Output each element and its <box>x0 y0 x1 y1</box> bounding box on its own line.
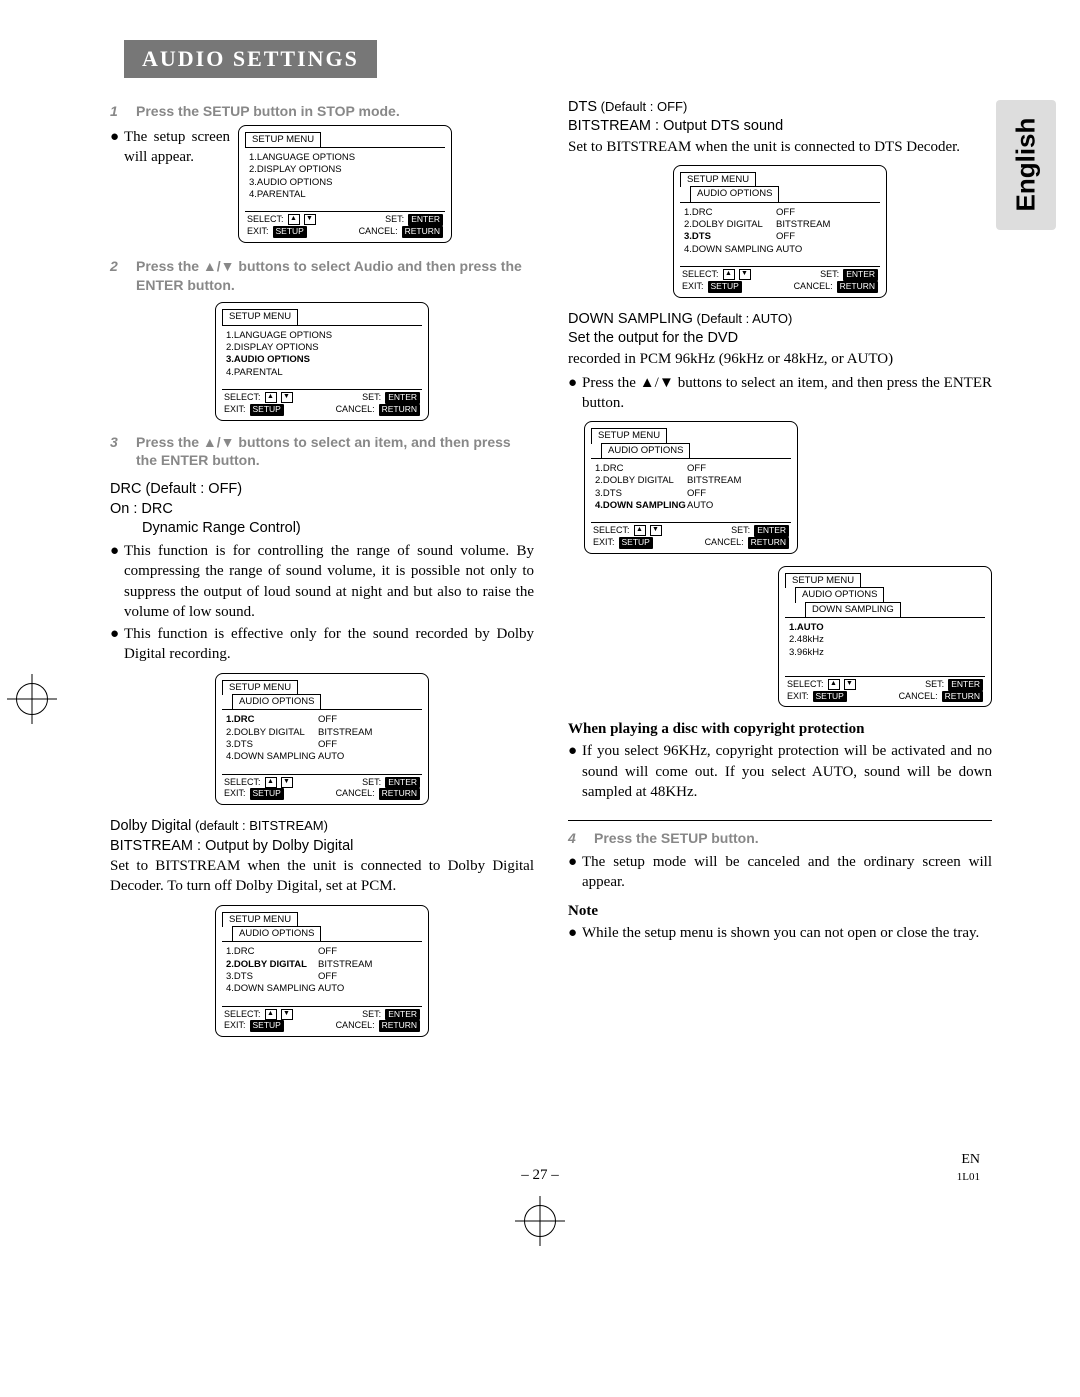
step4-body: ●The setup mode will be canceled and the… <box>568 852 992 893</box>
step-2: 2 Press the ▲/▼ buttons to select Audio … <box>110 257 534 295</box>
left-column: 1 Press the SETUP button in STOP mode. ●… <box>110 98 534 1049</box>
step-text: Press the ▲/▼ buttons to select an item,… <box>136 433 534 471</box>
osd-audio-dolby: SETUP MENU AUDIO OPTIONS 1.DRCOFF 2.DOLB… <box>215 905 429 1037</box>
osd-setup-main-2: SETUP MENU 1.LANGUAGE OPTIONS 2.DISPLAY … <box>215 302 429 420</box>
drc-on: On : DRC <box>110 500 534 520</box>
two-column-layout: 1 Press the SETUP button in STOP mode. ●… <box>110 98 992 1049</box>
osd-footer: SELECT: ▲▼ SET: ENTER EXIT: SETUP CANCEL… <box>245 211 445 239</box>
dts-heading: DTS (Default : OFF) <box>568 98 992 118</box>
dts-line1: BITSTREAM : Output DTS sound <box>568 117 992 137</box>
footer-code: EN 1L01 <box>957 1151 980 1185</box>
drc-para-1: ●This function is for controlling the ra… <box>110 541 534 622</box>
drc-heading: DRC (Default : OFF) <box>110 480 534 500</box>
drc-para-2: ●This function is effective only for the… <box>110 624 534 665</box>
dolby-line1: BITSTREAM : Output by Dolby Digital <box>110 837 534 857</box>
step-4: 4 Press the SETUP button. <box>568 829 992 848</box>
osd-audio-dts: SETUP MENU AUDIO OPTIONS 1.DRCOFF 2.DOLB… <box>673 165 887 297</box>
language-tab: English <box>996 100 1056 230</box>
down-line2: recorded in PCM 96kHz (96kHz or 48kHz, o… <box>568 349 992 369</box>
osd-setup-main-1: SETUP MENU 1.LANGUAGE OPTIONS 2.DISPLAY … <box>238 125 452 243</box>
osd-audio-down: SETUP MENU AUDIO OPTIONS 1.DRCOFF 2.DOLB… <box>584 421 798 553</box>
separator <box>568 820 992 821</box>
step-text: Press the SETUP button in STOP mode. <box>136 102 534 121</box>
downsampling-heading: DOWN SAMPLING (Default : AUTO) <box>568 310 992 330</box>
language-tab-label: English <box>1008 118 1043 212</box>
page: AUDIO SETTINGS English 1 Press the SETUP… <box>0 0 1080 1397</box>
copyright-heading: When playing a disc with copyright prote… <box>568 719 992 739</box>
section-banner: AUDIO SETTINGS <box>124 40 377 78</box>
step-number: 4 <box>568 829 582 848</box>
step1-body: ● The setup screen will appear. <box>110 127 230 168</box>
dts-line2: Set to BITSTREAM when the unit is connec… <box>568 137 992 157</box>
step-text: Press the SETUP button. <box>594 829 992 848</box>
osd-footer: SELECT:▲▼SET:ENTER EXIT:SETUPCANCEL:RETU… <box>222 389 422 417</box>
step-number: 2 <box>110 257 124 295</box>
note-heading: Note <box>568 901 992 921</box>
note-para: ●While the setup menu is shown you can n… <box>568 923 992 943</box>
right-column: DTS (Default : OFF) BITSTREAM : Output D… <box>568 98 992 1049</box>
dolby-heading: Dolby Digital (default : BITSTREAM) <box>110 817 534 837</box>
align-target-bottom <box>524 1205 556 1237</box>
align-target-left <box>16 683 48 715</box>
step-text: Press the ▲/▼ buttons to select Audio an… <box>136 257 534 295</box>
page-number: – 27 – <box>0 1165 1080 1185</box>
dolby-line2: Set to BITSTREAM when the unit is connec… <box>110 856 534 897</box>
step-number: 3 <box>110 433 124 471</box>
step-number: 1 <box>110 102 124 121</box>
osd-audio-drc: SETUP MENU AUDIO OPTIONS 1.DRCOFF 2.DOLB… <box>215 673 429 805</box>
step-1: 1 Press the SETUP button in STOP mode. <box>110 102 534 121</box>
down-line1: Set the output for the DVD <box>568 329 992 349</box>
osd-down-submenu: SETUP MENU AUDIO OPTIONS DOWN SAMPLING 1… <box>778 566 992 707</box>
copyright-para: ●If you select 96KHz, copyright protecti… <box>568 741 992 802</box>
step-3: 3 Press the ▲/▼ buttons to select an ite… <box>110 433 534 471</box>
down-instruction: ●Press the ▲/▼ buttons to select an item… <box>568 373 992 414</box>
drc-sublabel: Dynamic Range Control) <box>110 519 534 539</box>
